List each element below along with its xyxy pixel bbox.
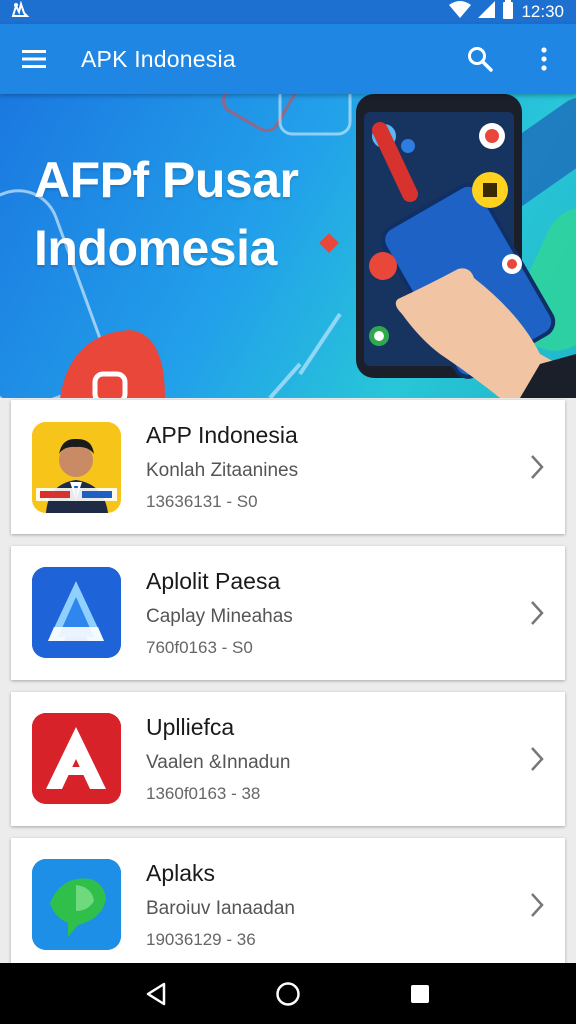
blue-a-app-icon [32,567,121,658]
app-title: APP Indonesia [146,422,298,448]
banner-title: AFPf Pusar Indomesia [34,146,299,282]
app-list-item[interactable]: APP Indonesia Konlah Zitaanines 13636131… [11,400,565,534]
app-list-item[interactable]: Aplaks Baroiuv Ianaadan 19036129 - 36 [11,838,565,972]
app-title: APK Indonesia [81,45,236,72]
app-title: Uplliefca [146,714,235,740]
status-time: 12:30 [521,2,564,21]
chevron-right-icon [531,601,544,625]
chevron-right-icon [531,455,544,479]
chevron-right-icon [531,747,544,771]
banner-title-line1: AFPf Pusar [34,152,299,208]
app-info: APP Indonesia Konlah Zitaanines 13636131… [146,422,298,512]
app-title: Aplaks [146,860,216,886]
app-meta: 19036129 - 36 [146,930,256,949]
status-icons: 12:30 [449,0,564,24]
green-bird-app-icon [32,859,121,950]
home-button[interactable] [258,969,318,1019]
app-info: Aplolit Paesa Caplay Mineahas 760f0163 -… [146,568,293,658]
promo-banner[interactable]: AFPf Pusar Indomesia [0,94,576,398]
chevron-right-icon [531,893,544,917]
back-icon [146,982,166,1005]
system-nav-bar [0,963,576,1024]
app-meta: 1360f0163 - 38 [146,784,261,803]
menu-icon [22,50,46,68]
banner-title-line2: Indomesia [34,220,277,276]
recents-icon [411,984,429,1003]
recents-button[interactable] [390,969,450,1019]
app-meta: 13636131 - S0 [146,492,258,511]
app-info: Aplaks Baroiuv Ianaadan 19036129 - 36 [146,860,295,950]
app-list-item[interactable]: Aplolit Paesa Caplay Mineahas 760f0163 -… [11,546,565,680]
home-icon [276,981,300,1006]
menu-button[interactable] [0,24,68,94]
search-icon [468,47,493,72]
notification-icon [10,0,30,24]
app-subtitle: Baroiuv Ianaadan [146,898,295,919]
back-button[interactable] [126,969,186,1019]
battery-icon [502,0,514,24]
app-subtitle: Vaalen &Innadun [146,752,291,773]
app-list-item[interactable]: Uplliefca Vaalen &Innadun 1360f0163 - 38 [11,692,565,826]
more-options-button[interactable] [512,24,576,94]
red-a-app-icon [32,713,121,804]
signal-icon [478,1,496,23]
more-vert-icon [541,47,547,71]
app-subtitle: Konlah Zitaanines [146,460,299,481]
app-info: Uplliefca Vaalen &Innadun 1360f0163 - 38 [146,714,290,804]
wifi-icon [449,1,472,23]
app-title: Aplolit Paesa [146,568,281,594]
search-button[interactable] [448,24,512,94]
portrait-app-icon [32,422,121,513]
app-subtitle: Caplay Mineahas [146,606,293,627]
status-bar: 12:30 [0,0,576,24]
screen: 12:30 APK Indonesia AFPf Pusar Indomesia… [0,0,576,1024]
app-meta: 760f0163 - S0 [146,638,253,657]
app-bar: APK Indonesia [0,24,576,94]
